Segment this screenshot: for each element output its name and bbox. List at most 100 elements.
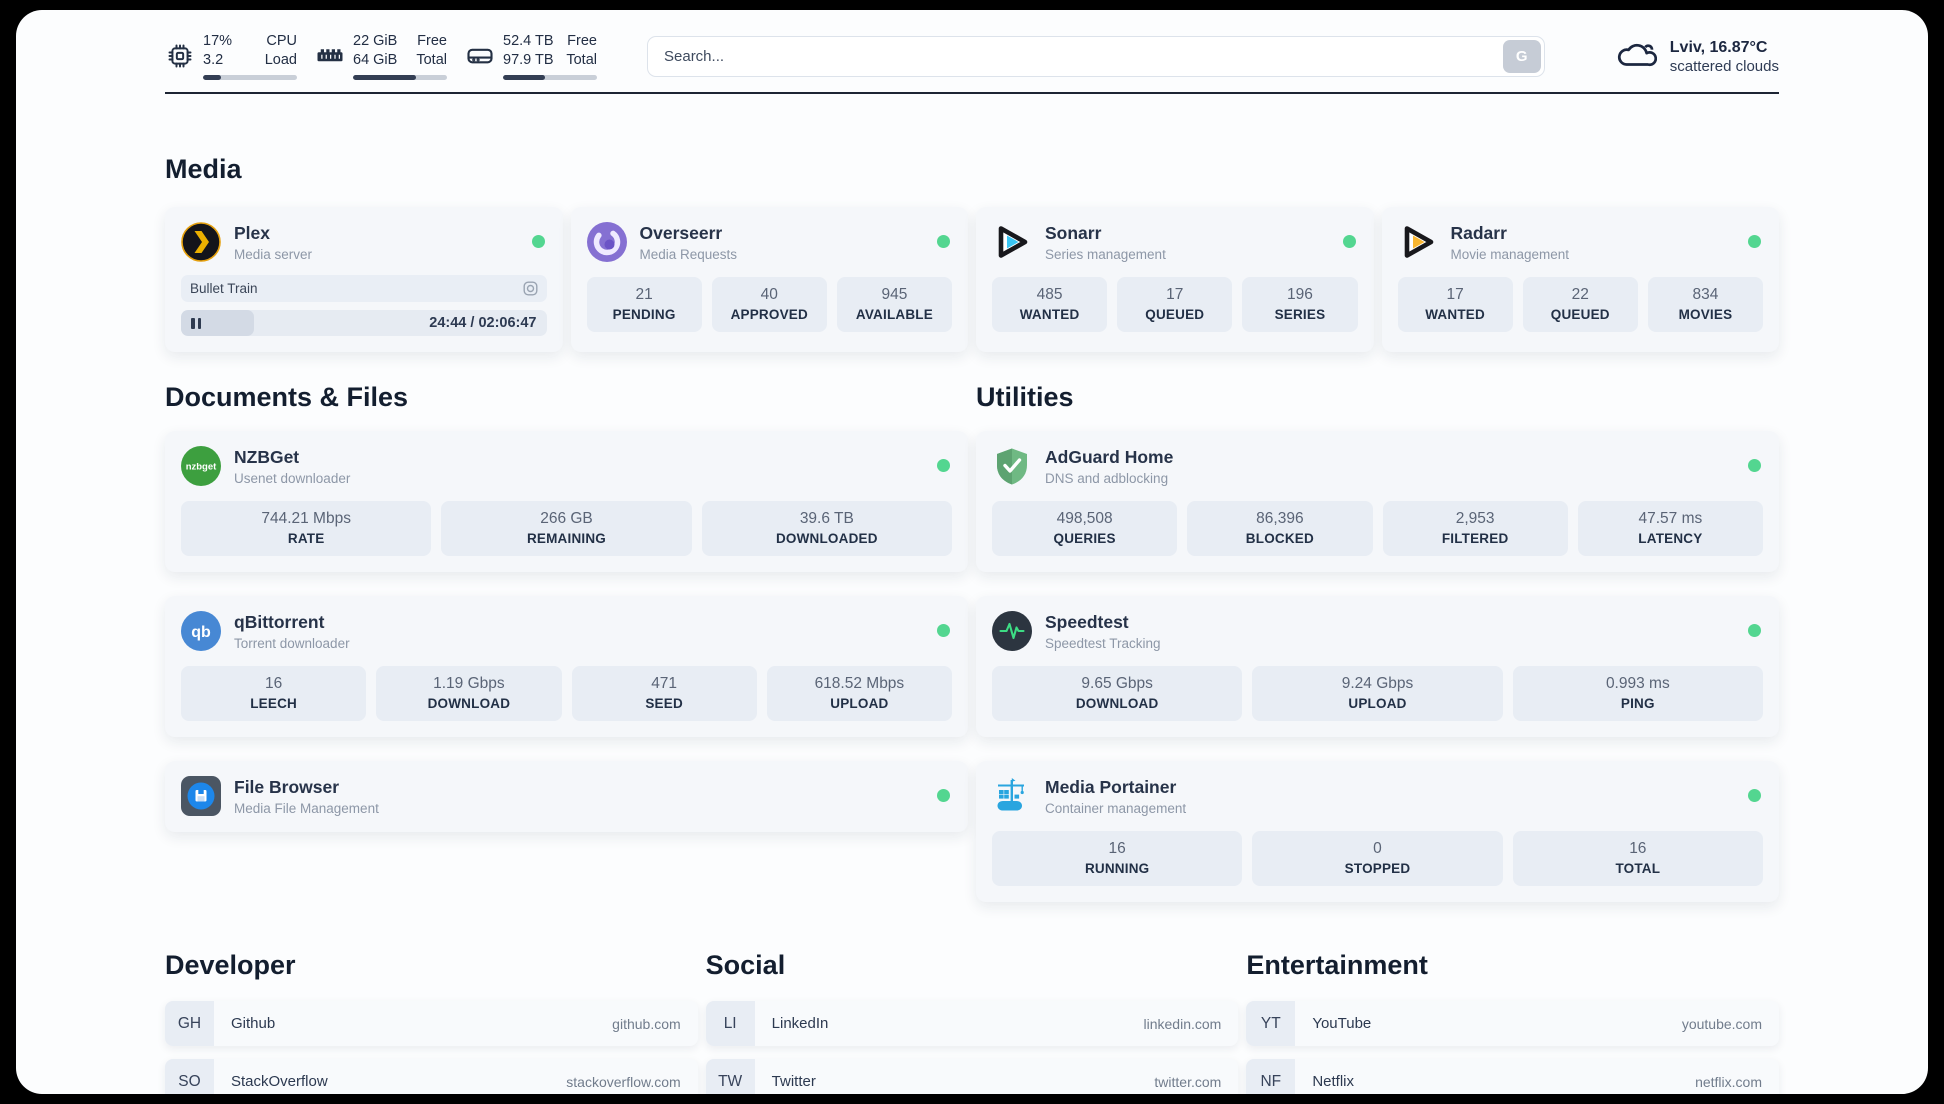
stat-value: 834 xyxy=(1692,286,1719,303)
entertainment-bookmarks: YT YouTube youtube.com NF Netflix netfli… xyxy=(1246,1001,1779,1094)
status-dot xyxy=(531,235,545,248)
stat-tile: 47.57 ms LATENCY xyxy=(1577,501,1763,556)
stat-value: 485 xyxy=(1036,286,1063,303)
app-name: Overseerr xyxy=(639,222,723,243)
status-dot xyxy=(937,789,950,802)
bookmark-youtube[interactable]: YT YouTube youtube.com xyxy=(1246,1001,1779,1046)
stat-value: 16 xyxy=(1629,840,1647,857)
app-description: Media File Management xyxy=(234,800,379,816)
stat-value: 21 xyxy=(635,286,653,303)
playback-progress-row: 24:44 / 02:06:47 xyxy=(181,310,547,336)
svg-text:nzbget: nzbget xyxy=(186,462,217,473)
stat-label: APPROVED xyxy=(730,307,808,322)
bookmark-github[interactable]: GH Github github.com xyxy=(165,1001,698,1046)
stat-value: 16 xyxy=(1108,840,1126,857)
search-input[interactable] xyxy=(647,35,1545,77)
status-dot xyxy=(1748,624,1761,637)
stat-label: RATE xyxy=(287,531,325,546)
stat-value: 16 xyxy=(265,675,283,692)
app-name: NZBGet xyxy=(234,446,300,467)
stat-tile: 16 RUNNING xyxy=(992,831,1243,886)
stat-tile: 2,953 FILTERED xyxy=(1382,501,1568,556)
speedtest-card[interactable]: Speedtest Speedtest Tracking 9.65 Gbps D… xyxy=(976,596,1779,737)
stat-tile: 40 APPROVED xyxy=(711,277,827,332)
app-name: Speedtest xyxy=(1045,611,1129,632)
memory-values: 22 GiB 64 GiB xyxy=(353,32,398,68)
bookmark-url: youtube.com xyxy=(1681,1015,1762,1032)
radarr-card[interactable]: Radarr Movie management 17 WANTED 22 QUE… xyxy=(1381,207,1779,352)
stat-value: 0 xyxy=(1373,840,1382,857)
disk-labels: Free Total xyxy=(566,32,597,68)
top-bar: 17% 3.2 CPU Load 22 GiB 64 GiB Free Tota… xyxy=(165,10,1779,81)
stat-label: RUNNING xyxy=(1084,861,1150,876)
app-description: DNS and adblocking xyxy=(1045,470,1169,486)
bookmark-name: Github xyxy=(231,1015,276,1032)
stat-tile: 9.24 Gbps UPLOAD xyxy=(1252,666,1503,721)
stat-value: 86,396 xyxy=(1256,510,1304,527)
overseerr-card[interactable]: Overseerr Media Requests 21 PENDING 40 A… xyxy=(570,207,968,352)
stream-info-icon[interactable] xyxy=(523,281,538,296)
bookmark-netflix[interactable]: NF Netflix netflix.com xyxy=(1246,1059,1779,1094)
portainer-card[interactable]: Media Portainer Container management 16 … xyxy=(976,761,1779,902)
disk-drive-icon xyxy=(465,32,495,80)
qbittorrent-card[interactable]: qb qBittorrent Torrent downloader 16 LEE… xyxy=(165,596,968,737)
status-dot xyxy=(1748,235,1761,248)
memory-monitor: 22 GiB 64 GiB Free Total xyxy=(315,32,447,81)
app-description: Container management xyxy=(1045,800,1187,816)
stat-value: 945 xyxy=(881,286,908,303)
stat-tile: 16 LEECH xyxy=(181,666,367,721)
stat-tile: 21 PENDING xyxy=(586,277,702,332)
bookmark-linkedin[interactable]: LI LinkedIn linkedin.com xyxy=(705,1001,1239,1046)
stat-label: PENDING xyxy=(612,307,676,322)
stat-value: 40 xyxy=(760,286,778,303)
stat-label: LEECH xyxy=(250,696,297,711)
stat-label: DOWNLOADED xyxy=(775,531,878,546)
developer-bookmarks: GH Github github.com SO StackOverflow st… xyxy=(165,1001,698,1094)
adguard-card[interactable]: AdGuard Home DNS and adblocking 498,508 … xyxy=(976,431,1779,572)
stat-label: PING xyxy=(1620,696,1655,711)
stat-tile: 471 SEED xyxy=(571,666,757,721)
section-title-social: Social xyxy=(705,950,786,980)
stat-value: 9.24 Gbps xyxy=(1341,675,1414,692)
section-title-media: Media xyxy=(165,154,242,184)
weather-condition: scattered clouds xyxy=(1669,58,1779,76)
bookmark-name: Twitter xyxy=(771,1073,816,1090)
bookmark-abbr: YT xyxy=(1246,1001,1296,1046)
stat-tile: 17 QUEUED xyxy=(1117,277,1233,332)
stat-tile: 834 MOVIES xyxy=(1647,277,1764,332)
stat-label: QUERIES xyxy=(1053,531,1116,546)
filebrowser-logo-icon xyxy=(181,776,221,816)
cpu-chip-icon xyxy=(165,32,195,80)
search-provider-button[interactable]: G xyxy=(1502,39,1541,73)
bookmark-name: YouTube xyxy=(1312,1015,1372,1032)
stat-value: 22 xyxy=(1571,286,1589,303)
stat-value: 744.21 Mbps xyxy=(261,510,351,527)
weather-location: Lviv, 16.87°C xyxy=(1669,38,1768,56)
filebrowser-card[interactable]: File Browser Media File Management xyxy=(165,761,968,832)
bookmark-url: twitter.com xyxy=(1154,1073,1222,1090)
status-dot xyxy=(937,459,950,472)
stat-label: SERIES xyxy=(1274,307,1326,322)
stat-label: STOPPED xyxy=(1344,861,1411,876)
stat-tile: 618.52 Mbps UPLOAD xyxy=(766,666,952,721)
dashboard: 17% 3.2 CPU Load 22 GiB 64 GiB Free Tota… xyxy=(16,10,1928,1094)
stat-label: QUEUED xyxy=(1550,307,1610,322)
section-title-developer: Developer xyxy=(165,950,296,980)
stat-value: 17 xyxy=(1446,286,1464,303)
cpu-progress-bar xyxy=(203,75,297,81)
portainer-logo-icon xyxy=(992,776,1032,816)
stat-label: DOWNLOAD xyxy=(427,696,511,711)
bookmark-url: netflix.com xyxy=(1695,1073,1762,1090)
stat-label: WANTED xyxy=(1019,307,1080,322)
sonarr-card[interactable]: Sonarr Series management 485 WANTED 17 Q… xyxy=(976,207,1374,352)
bookmark-name: LinkedIn xyxy=(771,1015,829,1032)
stat-value: 0.993 ms xyxy=(1605,675,1670,692)
plex-card[interactable]: Plex Media server Bullet Train 24:44 / 0… xyxy=(165,207,563,352)
app-description: Media Requests xyxy=(639,246,738,262)
nzbget-card[interactable]: nzbget NZBGet Usenet downloader 744.21 M… xyxy=(165,431,968,572)
bookmark-twitter[interactable]: TW Twitter twitter.com xyxy=(705,1059,1239,1094)
bookmark-stackoverflow[interactable]: SO StackOverflow stackoverflow.com xyxy=(165,1059,698,1094)
app-name: Plex xyxy=(234,222,270,243)
bookmark-abbr: NF xyxy=(1246,1059,1296,1094)
app-description: Series management xyxy=(1045,246,1166,262)
